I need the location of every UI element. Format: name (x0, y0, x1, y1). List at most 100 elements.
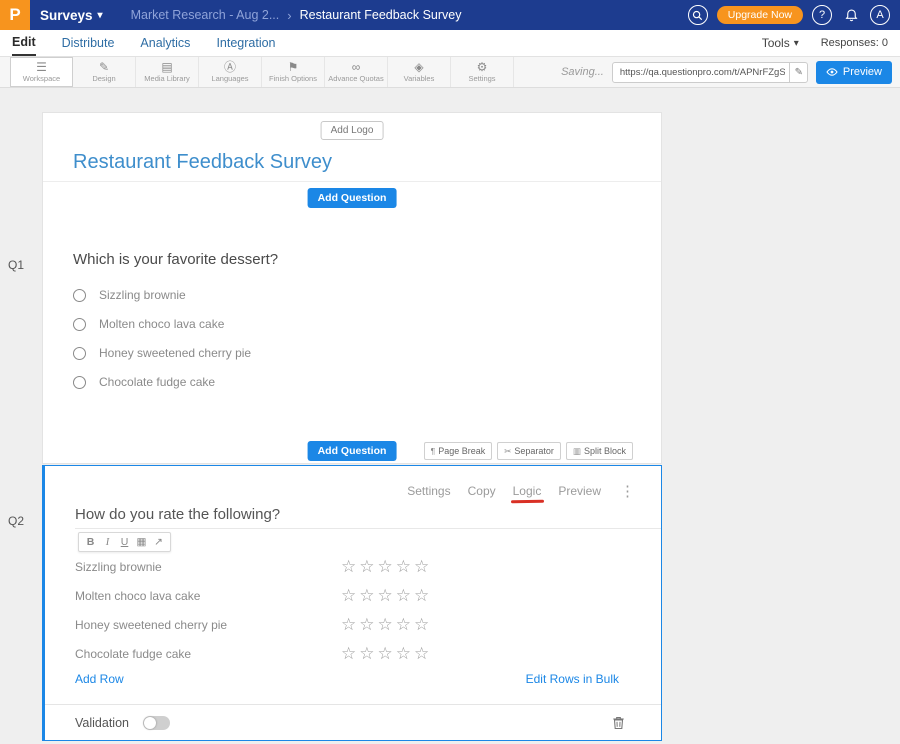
toolbar-item-settings[interactable]: ⚙ Settings (451, 57, 514, 87)
questionpro-logo[interactable]: P (0, 0, 30, 30)
rating-row: Sizzling brownie ☆☆☆☆☆ (75, 556, 635, 578)
question-footer-divider (45, 704, 661, 705)
toolbar-item-advance-quotas[interactable]: ∞ Advance Quotas (325, 57, 388, 87)
add-question-button-bottom[interactable]: Add Question (308, 441, 397, 461)
preview-button[interactable]: Preview (816, 61, 892, 84)
saving-status: Saving... (561, 66, 604, 78)
question-copy-action[interactable]: Copy (468, 484, 496, 498)
radio-icon[interactable] (73, 289, 86, 302)
radio-icon[interactable] (73, 318, 86, 331)
answer-option[interactable]: Honey sweetened cherry pie (73, 345, 251, 361)
search-button[interactable] (688, 5, 708, 25)
question-mark-icon: ? (819, 9, 825, 21)
survey-url-input[interactable] (612, 62, 808, 83)
toolbar-item-label: Languages (211, 74, 248, 83)
notifications-button[interactable] (841, 5, 861, 25)
separator-button[interactable]: ✂ Separator (497, 442, 561, 460)
toolbar-item-media-library[interactable]: ▤ Media Library (136, 57, 199, 87)
header-divider (43, 181, 661, 182)
toolbar-item-label: Workspace (23, 74, 60, 83)
tools-label: Tools (762, 36, 790, 50)
rating-row-label[interactable]: Molten choco lava cake (75, 589, 341, 603)
toolbar-item-label: Settings (468, 74, 495, 83)
toolbar-item-label: Variables (404, 74, 435, 83)
text-format-toolbar: B I U ▦ ↗ (78, 532, 171, 552)
add-row-link[interactable]: Add Row (75, 672, 124, 686)
tab-distribute[interactable]: Distribute (62, 30, 115, 56)
tab-analytics[interactable]: Analytics (140, 30, 190, 56)
answer-option[interactable]: Sizzling brownie (73, 287, 186, 303)
star-rating-icons[interactable]: ☆☆☆☆☆ (341, 557, 432, 577)
survey-block-2-selected[interactable]: Settings Copy Logic Preview ⋮ How do you… (42, 465, 662, 741)
star-rating-icons[interactable]: ☆☆☆☆☆ (341, 586, 432, 606)
question-settings-action[interactable]: Settings (407, 484, 450, 498)
search-icon (692, 10, 703, 21)
page-break-icon: ¶ (431, 446, 436, 456)
split-block-label: Split Block (584, 446, 626, 456)
answer-option[interactable]: Molten choco lava cake (73, 316, 224, 332)
help-button[interactable]: ? (812, 5, 832, 25)
separator-icon: ✂ (504, 446, 511, 457)
workspace-icon: ☰ (36, 61, 47, 73)
toolbar-item-label: Media Library (144, 74, 189, 83)
breadcrumb-parent[interactable]: Market Research - Aug 2... (131, 8, 280, 22)
tab-integration[interactable]: Integration (216, 30, 275, 56)
radio-icon[interactable] (73, 376, 86, 389)
question-2-text[interactable]: How do you rate the following? (75, 506, 280, 523)
upgrade-now-button[interactable]: Upgrade Now (717, 6, 803, 24)
insert-image-icon[interactable]: ▦ (133, 536, 150, 548)
chevron-down-icon: ▾ (98, 10, 103, 21)
question-preview-action[interactable]: Preview (558, 484, 601, 498)
add-logo-button[interactable]: Add Logo (321, 121, 384, 140)
star-rating-icons[interactable]: ☆☆☆☆☆ (341, 644, 432, 664)
page-break-button[interactable]: ¶ Page Break (424, 442, 493, 460)
top-bar: P Surveys ▾ Market Research - Aug 2... ›… (0, 0, 900, 30)
breadcrumb: Market Research - Aug 2... › Restaurant … (131, 8, 462, 23)
delete-question-button[interactable] (612, 716, 625, 730)
design-icon: ✎ (99, 61, 109, 73)
more-options-icon[interactable]: ⋮ (620, 482, 635, 500)
question-1-text[interactable]: Which is your favorite dessert? (73, 251, 278, 268)
questionpro-app: P Surveys ▾ Market Research - Aug 2... ›… (0, 0, 900, 744)
rating-row-label[interactable]: Honey sweetened cherry pie (75, 618, 341, 632)
toolbar-item-finish-options[interactable]: ⚑ Finish Options (262, 57, 325, 87)
tab-edit[interactable]: Edit (12, 30, 36, 56)
survey-title[interactable]: Restaurant Feedback Survey (73, 151, 332, 174)
avatar-letter: A (876, 9, 883, 21)
surveys-menu[interactable]: Surveys ▾ (40, 8, 103, 23)
block-action-buttons: ¶ Page Break ✂ Separator ▥ Split Block (424, 442, 633, 460)
rating-row-label[interactable]: Sizzling brownie (75, 560, 341, 574)
italic-button[interactable]: I (99, 537, 116, 548)
nav-right: Tools ▾ Responses: 0 (762, 36, 888, 50)
validation-toggle[interactable] (143, 716, 170, 730)
toolbar-item-design[interactable]: ✎ Design (73, 57, 136, 87)
split-block-icon: ▥ (573, 446, 581, 457)
edit-rows-in-bulk-link[interactable]: Edit Rows in Bulk (526, 672, 619, 686)
insert-link-icon[interactable]: ↗ (150, 536, 167, 548)
underline-button[interactable]: U (116, 536, 133, 548)
star-rating-icons[interactable]: ☆☆☆☆☆ (341, 615, 432, 635)
block-footer: Add Question ¶ Page Break ✂ Separator ▥ … (43, 441, 661, 461)
option-label: Molten choco lava cake (99, 317, 224, 331)
bold-button[interactable]: B (82, 536, 99, 548)
question-logic-action[interactable]: Logic (513, 484, 542, 498)
toolbar-item-languages[interactable]: Ⓐ Languages (199, 57, 262, 87)
account-avatar[interactable]: A (870, 5, 890, 25)
survey-canvas: Q1 Q2 Add Logo Restaurant Feedback Surve… (0, 88, 900, 744)
responses-count[interactable]: Responses: 0 (821, 37, 888, 49)
answer-option[interactable]: Chocolate fudge cake (73, 374, 215, 390)
option-label: Chocolate fudge cake (99, 375, 215, 389)
toolbar-item-label: Advance Quotas (328, 74, 383, 83)
tools-menu[interactable]: Tools ▾ (762, 36, 799, 50)
split-block-button[interactable]: ▥ Split Block (566, 442, 633, 460)
finish-options-icon: ⚑ (288, 61, 299, 73)
rating-row-label[interactable]: Chocolate fudge cake (75, 647, 341, 661)
edit-url-pencil-icon[interactable]: ✎ (789, 62, 808, 83)
toolbar-item-variables[interactable]: ◈ Variables (388, 57, 451, 87)
languages-icon: Ⓐ (224, 61, 236, 73)
eye-icon (826, 66, 838, 78)
toolbar-item-workspace[interactable]: ☰ Workspace (10, 57, 73, 87)
add-question-button-top[interactable]: Add Question (308, 188, 397, 208)
question-1-label: Q1 (8, 258, 24, 272)
radio-icon[interactable] (73, 347, 86, 360)
